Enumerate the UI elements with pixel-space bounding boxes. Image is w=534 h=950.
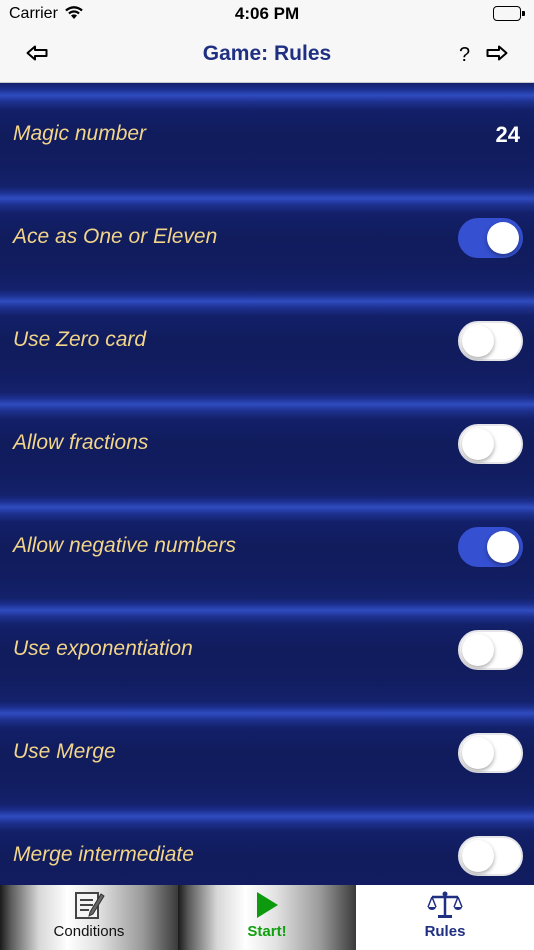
rule-label: Allow negative numbers: [13, 534, 236, 557]
tab-start[interactable]: Start!: [178, 885, 356, 950]
rule-row: Allow fractions: [0, 392, 534, 495]
arrow-right-icon[interactable]: [486, 44, 508, 66]
rule-label: Use exponentiation: [13, 637, 193, 660]
page-title: Game: Rules: [202, 42, 332, 65]
tab-conditions[interactable]: Conditions: [0, 885, 178, 950]
rule-label: Use Zero card: [13, 328, 147, 351]
rules-list: Magic number 24 Ace as One or Eleven Use…: [0, 83, 534, 885]
rule-label: Merge intermediate: [13, 843, 194, 866]
edit-note-icon: [0, 890, 178, 920]
tab-label: Conditions: [53, 923, 125, 940]
zero-card-toggle[interactable]: [458, 321, 523, 361]
tab-bar: Conditions Start! Rules: [0, 885, 534, 950]
rule-label: Use Merge: [13, 740, 116, 763]
rule-row: Use Zero card: [0, 289, 534, 392]
play-icon: [178, 890, 356, 920]
magic-number-row[interactable]: Magic number 24: [0, 83, 534, 186]
ace-one-eleven-toggle[interactable]: [458, 218, 523, 258]
tab-label: Rules: [424, 923, 466, 940]
rule-row: Ace as One or Eleven: [0, 186, 534, 289]
rule-row: Use exponentiation: [0, 598, 534, 701]
fractions-toggle[interactable]: [458, 424, 523, 464]
status-bar: Carrier 4:06 PM: [0, 0, 534, 28]
rule-row: Use Merge: [0, 701, 534, 804]
tab-label: Start!: [247, 923, 287, 940]
scales-icon: [356, 890, 534, 920]
tab-rules[interactable]: Rules: [356, 885, 534, 950]
status-time: 4:06 PM: [234, 4, 300, 23]
magic-number-label: Magic number: [13, 122, 147, 145]
navigation-bar: Game: Rules ?: [0, 28, 534, 83]
magic-number-value: 24: [495, 122, 520, 147]
negative-numbers-toggle[interactable]: [458, 527, 523, 567]
exponentiation-toggle[interactable]: [458, 630, 523, 670]
battery-icon: [493, 6, 525, 21]
rule-label: Ace as One or Eleven: [13, 225, 218, 248]
rule-label: Allow fractions: [13, 431, 149, 454]
merge-toggle[interactable]: [458, 733, 523, 773]
help-button[interactable]: ?: [459, 44, 470, 66]
rule-row: Allow negative numbers: [0, 495, 534, 598]
rule-row: Merge intermediate: [0, 804, 534, 885]
merge-intermediate-toggle[interactable]: [458, 836, 523, 876]
